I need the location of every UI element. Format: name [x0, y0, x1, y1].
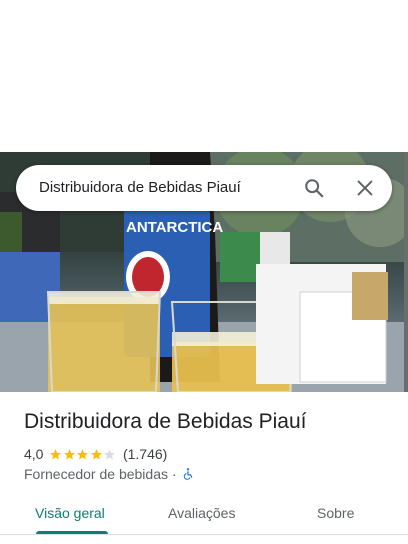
- map-area: [0, 0, 408, 152]
- review-count[interactable]: (1.746): [123, 446, 167, 462]
- star-icon: [91, 448, 102, 459]
- separator-dot: ·: [172, 466, 177, 482]
- rating-row[interactable]: 4,0 (1.746): [24, 445, 167, 463]
- star-icon: [50, 448, 62, 459]
- rating-value: 4,0: [24, 446, 44, 462]
- can-label: ANTARCTICA: [126, 219, 223, 236]
- tab-bar: Visão geral Avaliações Sobre: [0, 490, 408, 544]
- tab-reviews[interactable]: Avaliações: [168, 505, 235, 521]
- search-input[interactable]: Distribuidora de Bebidas Piauí: [39, 179, 241, 196]
- tabs-divider: [0, 534, 408, 535]
- rating-stars: [49, 448, 117, 461]
- place-title: Distribuidora de Bebidas Piauí: [24, 410, 307, 433]
- star-icon: [77, 448, 89, 459]
- search-icon[interactable]: [303, 177, 325, 199]
- star-empty-icon: [104, 448, 116, 459]
- close-icon[interactable]: [354, 177, 376, 199]
- tab-overview[interactable]: Visão geral: [35, 505, 105, 521]
- tab-about[interactable]: Sobre: [317, 505, 354, 521]
- photo-edge: [404, 152, 408, 392]
- category-label: Fornecedor de bebidas: [24, 466, 168, 482]
- category-row: Fornecedor de bebidas ·: [24, 465, 195, 483]
- search-bar[interactable]: Distribuidora de Bebidas Piauí: [16, 165, 392, 211]
- star-icon: [64, 448, 75, 459]
- wheelchair-icon: [183, 468, 193, 480]
